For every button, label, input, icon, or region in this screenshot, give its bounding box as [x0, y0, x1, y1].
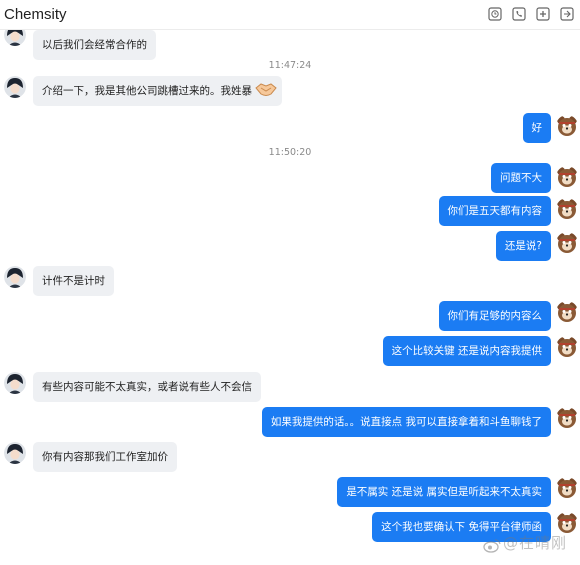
message-bubble: 如果我提供的话。。说直接点 我可以直接拿着和斗鱼聊钱了 — [261, 407, 551, 437]
message-text: 介绍一下，我是其他公司跳槽过来的。我姓暴 — [42, 85, 252, 97]
phone-icon[interactable] — [510, 5, 528, 23]
contact-avatar[interactable] — [4, 30, 26, 46]
contact-avatar[interactable] — [4, 266, 26, 288]
message-bubble: 你有内容那我们工作室加价 — [33, 442, 177, 472]
add-icon[interactable] — [534, 5, 552, 23]
message-bubble: 你们是五天都有内容 — [438, 196, 551, 226]
message-bubble: 是不属实 还是说 属实但是听起来不太真实 — [337, 477, 551, 507]
contact-avatar[interactable] — [4, 76, 26, 98]
message-bubble: 有些内容可能不太真实，或者说有些人不会信 — [33, 372, 261, 402]
more-window-icon[interactable] — [558, 5, 576, 23]
title-bar: Chemsity — [0, 0, 580, 30]
clock-icon[interactable] — [486, 5, 504, 23]
my-avatar[interactable] — [556, 198, 578, 220]
my-avatar[interactable] — [556, 407, 578, 429]
message-bubble: 问题不大 — [491, 163, 551, 193]
message-bubble: 计件不是计时 — [33, 266, 114, 296]
weibo-logo-icon — [483, 538, 501, 557]
chat-history[interactable]: 以后我们会经常合作的 11:47:24 介绍一下，我是其他公司跳槽过来的。我姓暴… — [0, 30, 580, 565]
handshake-emoji-icon — [255, 80, 277, 102]
my-avatar[interactable] — [556, 115, 578, 137]
contact-avatar[interactable] — [4, 372, 26, 394]
message-bubble: 介绍一下，我是其他公司跳槽过来的。我姓暴 — [33, 76, 282, 106]
chat-title: Chemsity — [4, 6, 67, 23]
my-avatar[interactable] — [556, 336, 578, 358]
toolbar — [486, 5, 576, 23]
watermark: @在晴刚 — [503, 534, 568, 552]
message-bubble: 这个比较关键 还是说内容我提供 — [382, 336, 551, 366]
my-avatar[interactable] — [556, 301, 578, 323]
my-avatar[interactable] — [556, 512, 578, 534]
contact-avatar[interactable] — [4, 442, 26, 464]
timestamp: 11:50:20 — [268, 147, 312, 158]
my-avatar[interactable] — [556, 232, 578, 254]
message-bubble: 你们有足够的内容么 — [438, 301, 551, 331]
message-bubble: 还是说? — [495, 231, 551, 261]
message-bubble: 好 — [522, 113, 551, 143]
my-avatar[interactable] — [556, 166, 578, 188]
timestamp: 11:47:24 — [268, 60, 312, 71]
my-avatar[interactable] — [556, 477, 578, 499]
message-bubble: 以后我们会经常合作的 — [33, 30, 156, 60]
